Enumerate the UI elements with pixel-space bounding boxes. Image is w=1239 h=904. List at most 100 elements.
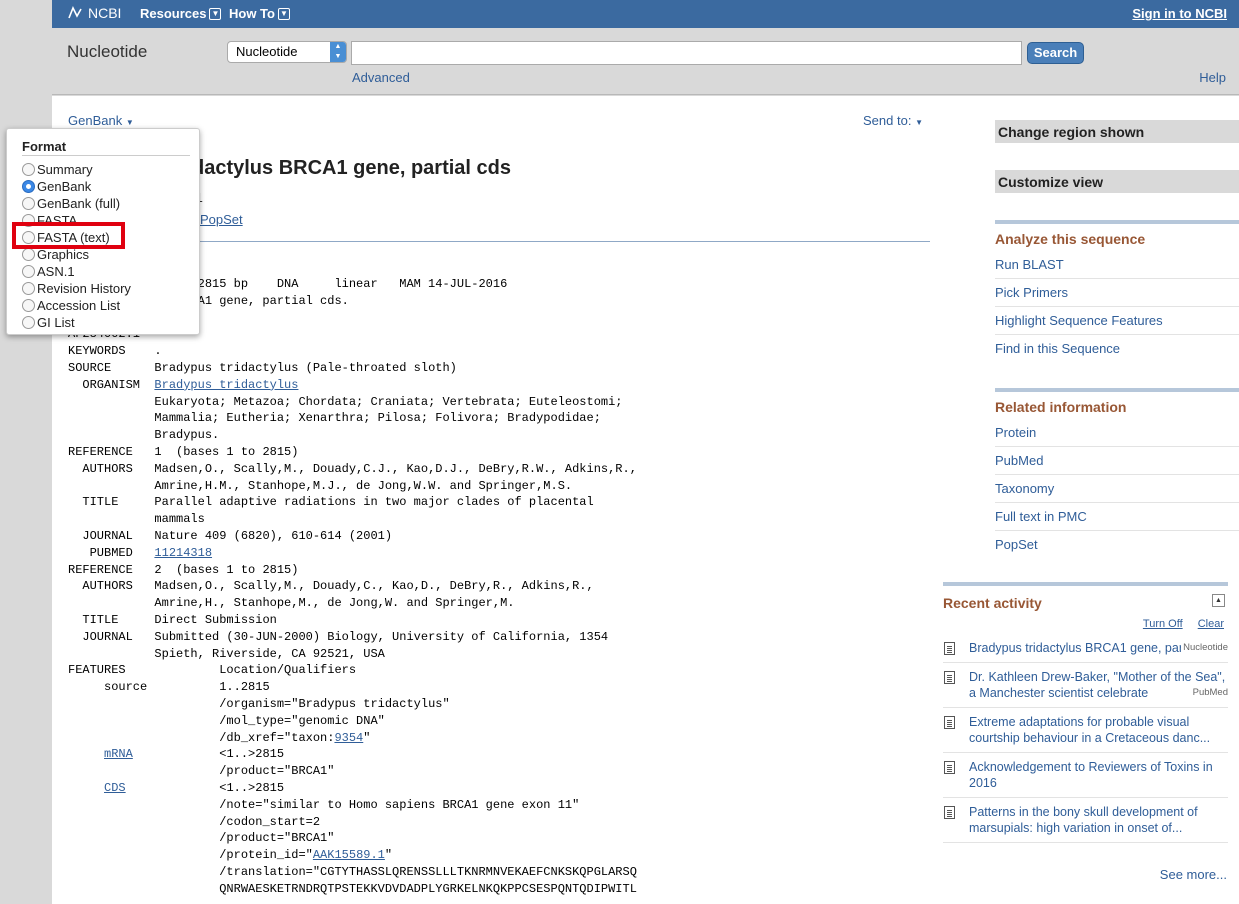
resources-label: Resources: [140, 6, 207, 21]
feature-key-link[interactable]: CDS: [104, 781, 126, 795]
recent-activity-db: PubMed: [1190, 685, 1228, 701]
recent-activity-item[interactable]: Extreme adaptations for probable visual …: [943, 714, 1228, 753]
related-title: Related information: [995, 399, 1127, 415]
radio-button[interactable]: [22, 316, 35, 329]
sidebar-link[interactable]: Taxonomy: [995, 475, 1239, 503]
format-option[interactable]: ASN.1: [22, 263, 75, 280]
radio-button[interactable]: [22, 197, 35, 210]
related-list: Protein PubMed Taxonomy Full text in PMC Pop…: [995, 419, 1239, 559]
sidebar-link[interactable]: Find in this Sequence: [995, 335, 1239, 363]
format-option-label: Accession List: [37, 298, 121, 313]
format-option[interactable]: Summary: [22, 161, 93, 178]
record-field-value: Nature 409 (6820), 610-614 (2001): [154, 528, 393, 543]
document-icon: [944, 671, 955, 684]
radio-button[interactable]: [22, 180, 35, 193]
sidebar-link[interactable]: Protein: [995, 419, 1239, 447]
document-icon: [944, 761, 955, 774]
record-field-label: [68, 864, 154, 881]
divider: [22, 155, 190, 156]
genbank-record: 002 2815 bp DNA linear MAM 14-JUL-2016 us…: [68, 276, 637, 897]
record-line: Amrine,H.M., Stanhope,M.J., de Jong,W.W.…: [68, 478, 637, 495]
record-field-value: Mammalia; Eutheria; Xenarthra; Pilosa; F…: [154, 411, 601, 426]
resources-menu[interactable]: Resources ▼: [140, 6, 222, 21]
help-link[interactable]: Help: [1199, 70, 1226, 85]
recent-activity-item[interactable]: Patterns in the bony skull development o…: [943, 804, 1228, 843]
recent-title: Recent activity: [943, 595, 1042, 611]
record-field-label: KEYWORDS: [68, 344, 155, 359]
see-more-link[interactable]: See more...: [1160, 867, 1227, 882]
record-link[interactable]: 11214318: [154, 546, 212, 560]
howto-menu[interactable]: How To ▼: [229, 6, 290, 21]
record-field-value: Location/Qualifiers: [154, 663, 357, 678]
sidebar-link[interactable]: PubMed: [995, 447, 1239, 475]
send-to-link[interactable]: Send to: ▼: [863, 113, 923, 128]
search-input[interactable]: [351, 41, 1022, 65]
format-option[interactable]: GI List: [22, 314, 75, 331]
record-line: /protein_id="AAK15589.1": [68, 847, 637, 864]
recent-activity-item[interactable]: Acknowledgement to Reviewers of Toxins i…: [943, 759, 1228, 798]
record-field-value: Bradypus.: [154, 428, 220, 443]
database-select[interactable]: Nucleotide ▲ ▼: [227, 41, 347, 63]
record-field-value: .: [154, 344, 162, 359]
record-link[interactable]: 9354: [334, 731, 363, 745]
record-field-value: /product="BRCA1": [154, 831, 335, 846]
sign-in-link[interactable]: Sign in to NCBI: [1132, 6, 1227, 21]
record-line: AUTHORS Madsen,O., Scally,M., Douady,C.,…: [68, 578, 637, 595]
record-line: Mammalia; Eutheria; Xenarthra; Pilosa; F…: [68, 410, 637, 427]
change-region-panel[interactable]: Change region shown ▼: [995, 120, 1239, 143]
recent-activity-item[interactable]: Bradypus tridactylus BRCA1 gene, partial…: [943, 640, 1228, 663]
radio-button[interactable]: [22, 282, 35, 295]
analyze-section: Analyze this sequence ▲ Run BLASTPick Pr…: [995, 220, 1239, 363]
record-field-label: [68, 427, 154, 444]
record-field-label: [68, 713, 154, 730]
record-field-value: 1 (bases 1 to 2815): [154, 444, 299, 459]
database-title: Nucleotide: [67, 42, 148, 61]
sidebar-link[interactable]: Highlight Sequence Features: [995, 307, 1239, 335]
record-link[interactable]: Bradypus tridactylus: [154, 378, 298, 392]
radio-button[interactable]: [22, 163, 35, 176]
record-field-value: Parallel adaptive radiations in two majo…: [154, 495, 594, 510]
advanced-search-link[interactable]: Advanced: [352, 70, 410, 85]
recent-activity-text: Acknowledgement to Reviewers of Toxins i…: [969, 760, 1213, 790]
turn-off-link[interactable]: Turn Off: [1143, 618, 1183, 630]
format-option[interactable]: Accession List: [22, 297, 120, 314]
sidebar-link[interactable]: Full text in PMC: [995, 503, 1239, 531]
record-field-label: [68, 511, 154, 528]
record-field-value: ": [363, 730, 371, 745]
search-button[interactable]: Search: [1027, 42, 1084, 64]
format-dropdown-link[interactable]: GenBank ▼: [68, 113, 134, 128]
chevron-down-icon: ▼: [209, 7, 222, 20]
format-option[interactable]: Revision History: [22, 280, 131, 297]
record-line: /mol_type="genomic DNA": [68, 713, 637, 730]
sidebar-link[interactable]: PopSet: [995, 531, 1239, 559]
sidebar-link[interactable]: Run BLAST: [995, 251, 1239, 279]
customize-view-label: Customize view: [998, 174, 1104, 190]
record-link[interactable]: AAK15589.1: [313, 848, 385, 862]
record-line: FEATURES Location/Qualifiers: [68, 662, 637, 679]
format-option[interactable]: GenBank (full): [22, 195, 120, 212]
radio-button[interactable]: [22, 299, 35, 312]
analyze-list: Run BLAST Pick Primers Highlight Sequence …: [995, 251, 1239, 363]
radio-button[interactable]: [22, 248, 35, 261]
record-field-label: [68, 746, 104, 763]
caret-down-icon: ▼: [125, 118, 134, 127]
record-field-label: [133, 747, 155, 761]
feature-key-link[interactable]: mRNA: [104, 747, 133, 761]
collapse-icon[interactable]: ▲: [1212, 594, 1225, 607]
format-option[interactable]: GenBank: [22, 178, 91, 195]
record-field-value: /codon_start=2: [154, 814, 321, 829]
radio-button[interactable]: [22, 265, 35, 278]
send-to-label: Send to:: [863, 113, 912, 128]
record-field-label: JOURNAL: [68, 528, 155, 543]
customize-view-panel[interactable]: Customize view ▼: [995, 170, 1239, 193]
clear-link[interactable]: Clear: [1198, 618, 1224, 630]
ncbi-logo[interactable]: NCBI: [68, 5, 121, 21]
record-field-label: [68, 410, 154, 427]
record-line: QNRWAESKETRNDRQTPSTEKKVDVDADPLYGRKELNKQK…: [68, 881, 637, 898]
recent-activity-item[interactable]: Dr. Kathleen Drew-Baker, "Mother of the …: [943, 669, 1228, 708]
record-field-value: /note="similar to Homo sapiens BRCA1 gen…: [154, 797, 580, 812]
sidebar-link[interactable]: Pick Primers: [995, 279, 1239, 307]
record-line: REFERENCE 1 (bases 1 to 2815): [68, 444, 637, 461]
recent-activity-db: Nucleotide: [1181, 640, 1228, 656]
popset-link[interactable]: PopSet: [200, 212, 243, 227]
